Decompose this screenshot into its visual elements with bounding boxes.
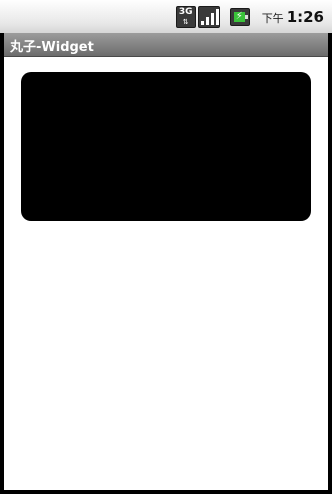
app-title: 丸子-Widget [10,40,94,55]
device-screen: 3G ⇅ ⚡ 下午 1:26 丸子-Widget [0,0,332,494]
battery-charging-icon: ⚡ [229,7,250,26]
status-icons: 3G ⇅ ⚡ 下午 1:26 [175,0,324,33]
network-arrows-icon: ⇅ [182,17,189,26]
app-title-bar: 丸子-Widget [4,33,328,57]
widget-preview-card[interactable] [21,72,311,221]
status-bar: 3G ⇅ ⚡ 下午 1:26 [0,0,332,33]
signal-icon [197,5,220,28]
network-type-label: 3G [178,6,193,17]
clock-ampm: 下午 [261,12,284,25]
clock-time: 1:26 [286,7,324,26]
main-content [4,57,328,490]
3g-icon: 3G ⇅ [175,5,196,28]
